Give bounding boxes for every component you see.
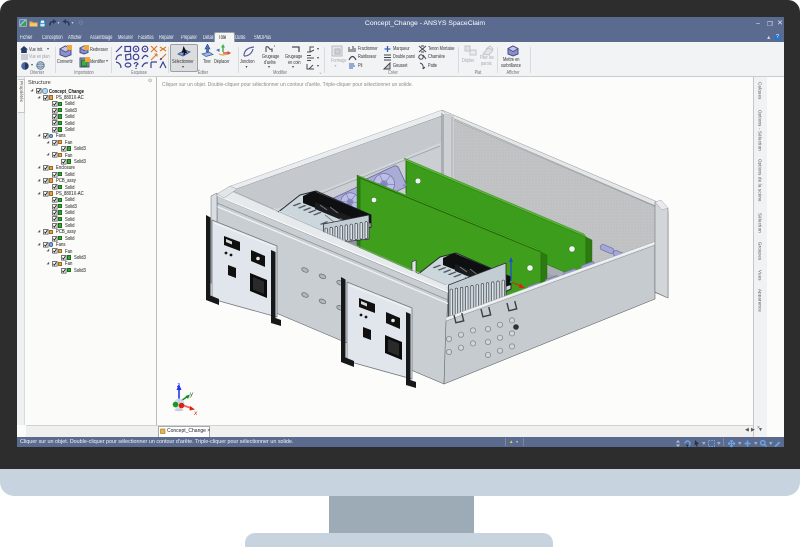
svg-text:y: y — [189, 392, 194, 398]
svg-text:z: z — [176, 383, 180, 389]
svg-text:x: x — [193, 410, 198, 417]
